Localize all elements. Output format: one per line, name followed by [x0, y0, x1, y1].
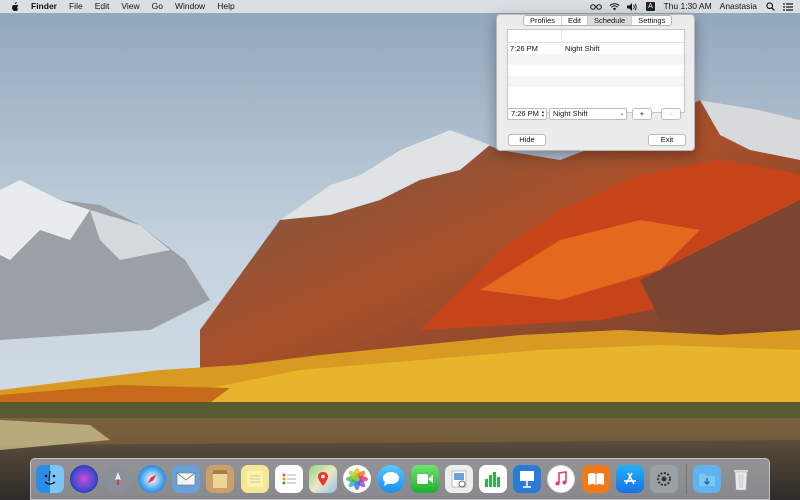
tab-settings[interactable]: Settings	[632, 16, 671, 25]
keynote-icon[interactable]	[513, 465, 542, 493]
maps-icon[interactable]	[308, 465, 337, 493]
profile-select-value: Night Shift	[553, 108, 588, 118]
add-schedule-button[interactable]: +	[632, 107, 652, 120]
app-store-icon[interactable]	[615, 465, 644, 493]
menu-window[interactable]: Window	[169, 0, 211, 13]
apple-icon[interactable]	[9, 1, 19, 12]
menu-view[interactable]: View	[115, 0, 145, 13]
popover-footer: Hide Exit	[508, 134, 686, 146]
exit-button[interactable]: Exit	[648, 134, 686, 146]
time-value: 7:26 PM	[511, 108, 539, 118]
menu-bar: Finder File Edit View Go Window Help A T…	[0, 0, 800, 13]
time-field[interactable]: 7:26 PM ▲ ▼	[507, 107, 547, 120]
input-source-letter: A	[645, 2, 655, 11]
menu-file[interactable]: File	[63, 0, 89, 13]
facetime-icon[interactable]	[411, 465, 440, 493]
finder-icon[interactable]	[36, 465, 64, 493]
menu-app-finder[interactable]: Finder	[25, 0, 63, 13]
table-header	[508, 30, 684, 43]
menu-user[interactable]: Anastasia	[716, 0, 761, 13]
volume-icon[interactable]	[626, 2, 638, 12]
hide-button[interactable]: Hide	[508, 134, 546, 146]
tab-schedule[interactable]: Schedule	[587, 16, 633, 25]
numbers-icon[interactable]	[479, 465, 508, 493]
schedule-table[interactable]: 7:26 PM Night Shift	[507, 29, 685, 113]
profile-select[interactable]: Night Shift ⌄	[549, 107, 627, 120]
downloads-folder-icon[interactable]	[692, 465, 721, 493]
schedule-controls: 7:26 PM ▲ ▼ Night Shift ⌄ + -	[507, 107, 685, 120]
table-row-empty	[508, 76, 684, 87]
books-icon[interactable]	[581, 465, 610, 493]
notification-center-icon[interactable]	[782, 2, 794, 12]
notes-icon[interactable]	[206, 465, 235, 493]
reminders-icon[interactable]	[274, 465, 303, 493]
time-stepper[interactable]: ▲ ▼	[540, 109, 546, 119]
table-row-empty	[508, 65, 684, 76]
dock-separator	[685, 464, 687, 494]
table-row-empty	[508, 54, 684, 65]
menu-go[interactable]: Go	[146, 0, 169, 13]
dock	[30, 458, 770, 500]
chevron-down-icon: ⌄	[619, 110, 625, 117]
siri-icon[interactable]	[70, 465, 99, 493]
schedule-profile: Night Shift	[565, 44, 600, 53]
remove-schedule-button[interactable]: -	[661, 107, 681, 120]
search-icon[interactable]	[764, 2, 776, 12]
input-source-icon[interactable]: A	[644, 2, 656, 12]
system-preferences-icon[interactable]	[649, 465, 678, 493]
mail-icon[interactable]	[172, 465, 201, 493]
trash-icon[interactable]	[727, 465, 755, 493]
schedule-time: 7:26 PM	[510, 44, 538, 53]
music-icon[interactable]	[547, 465, 576, 493]
tab-bar: Profiles Edit Schedule Settings	[523, 15, 673, 26]
photos-icon[interactable]	[342, 465, 371, 493]
menu-edit[interactable]: Edit	[89, 0, 116, 13]
launchpad-icon[interactable]	[104, 465, 133, 493]
menu-help[interactable]: Help	[211, 0, 240, 13]
menu-clock[interactable]: Thu 1:30 AM	[659, 0, 715, 13]
table-header-column	[508, 30, 562, 42]
glasses-icon[interactable]	[590, 2, 603, 12]
tab-edit[interactable]: Edit	[562, 16, 588, 25]
table-row-empty	[508, 87, 684, 98]
stickies-icon[interactable]	[240, 465, 269, 493]
table-row[interactable]: 7:26 PM Night Shift	[508, 43, 684, 54]
schedule-popover: Profiles Edit Schedule Settings 7:26 PM …	[496, 14, 695, 151]
preview-icon[interactable]	[445, 465, 474, 493]
safari-icon[interactable]	[138, 465, 167, 493]
wifi-icon[interactable]	[608, 2, 620, 12]
messages-icon[interactable]	[376, 465, 405, 493]
tab-profiles[interactable]: Profiles	[524, 16, 563, 25]
